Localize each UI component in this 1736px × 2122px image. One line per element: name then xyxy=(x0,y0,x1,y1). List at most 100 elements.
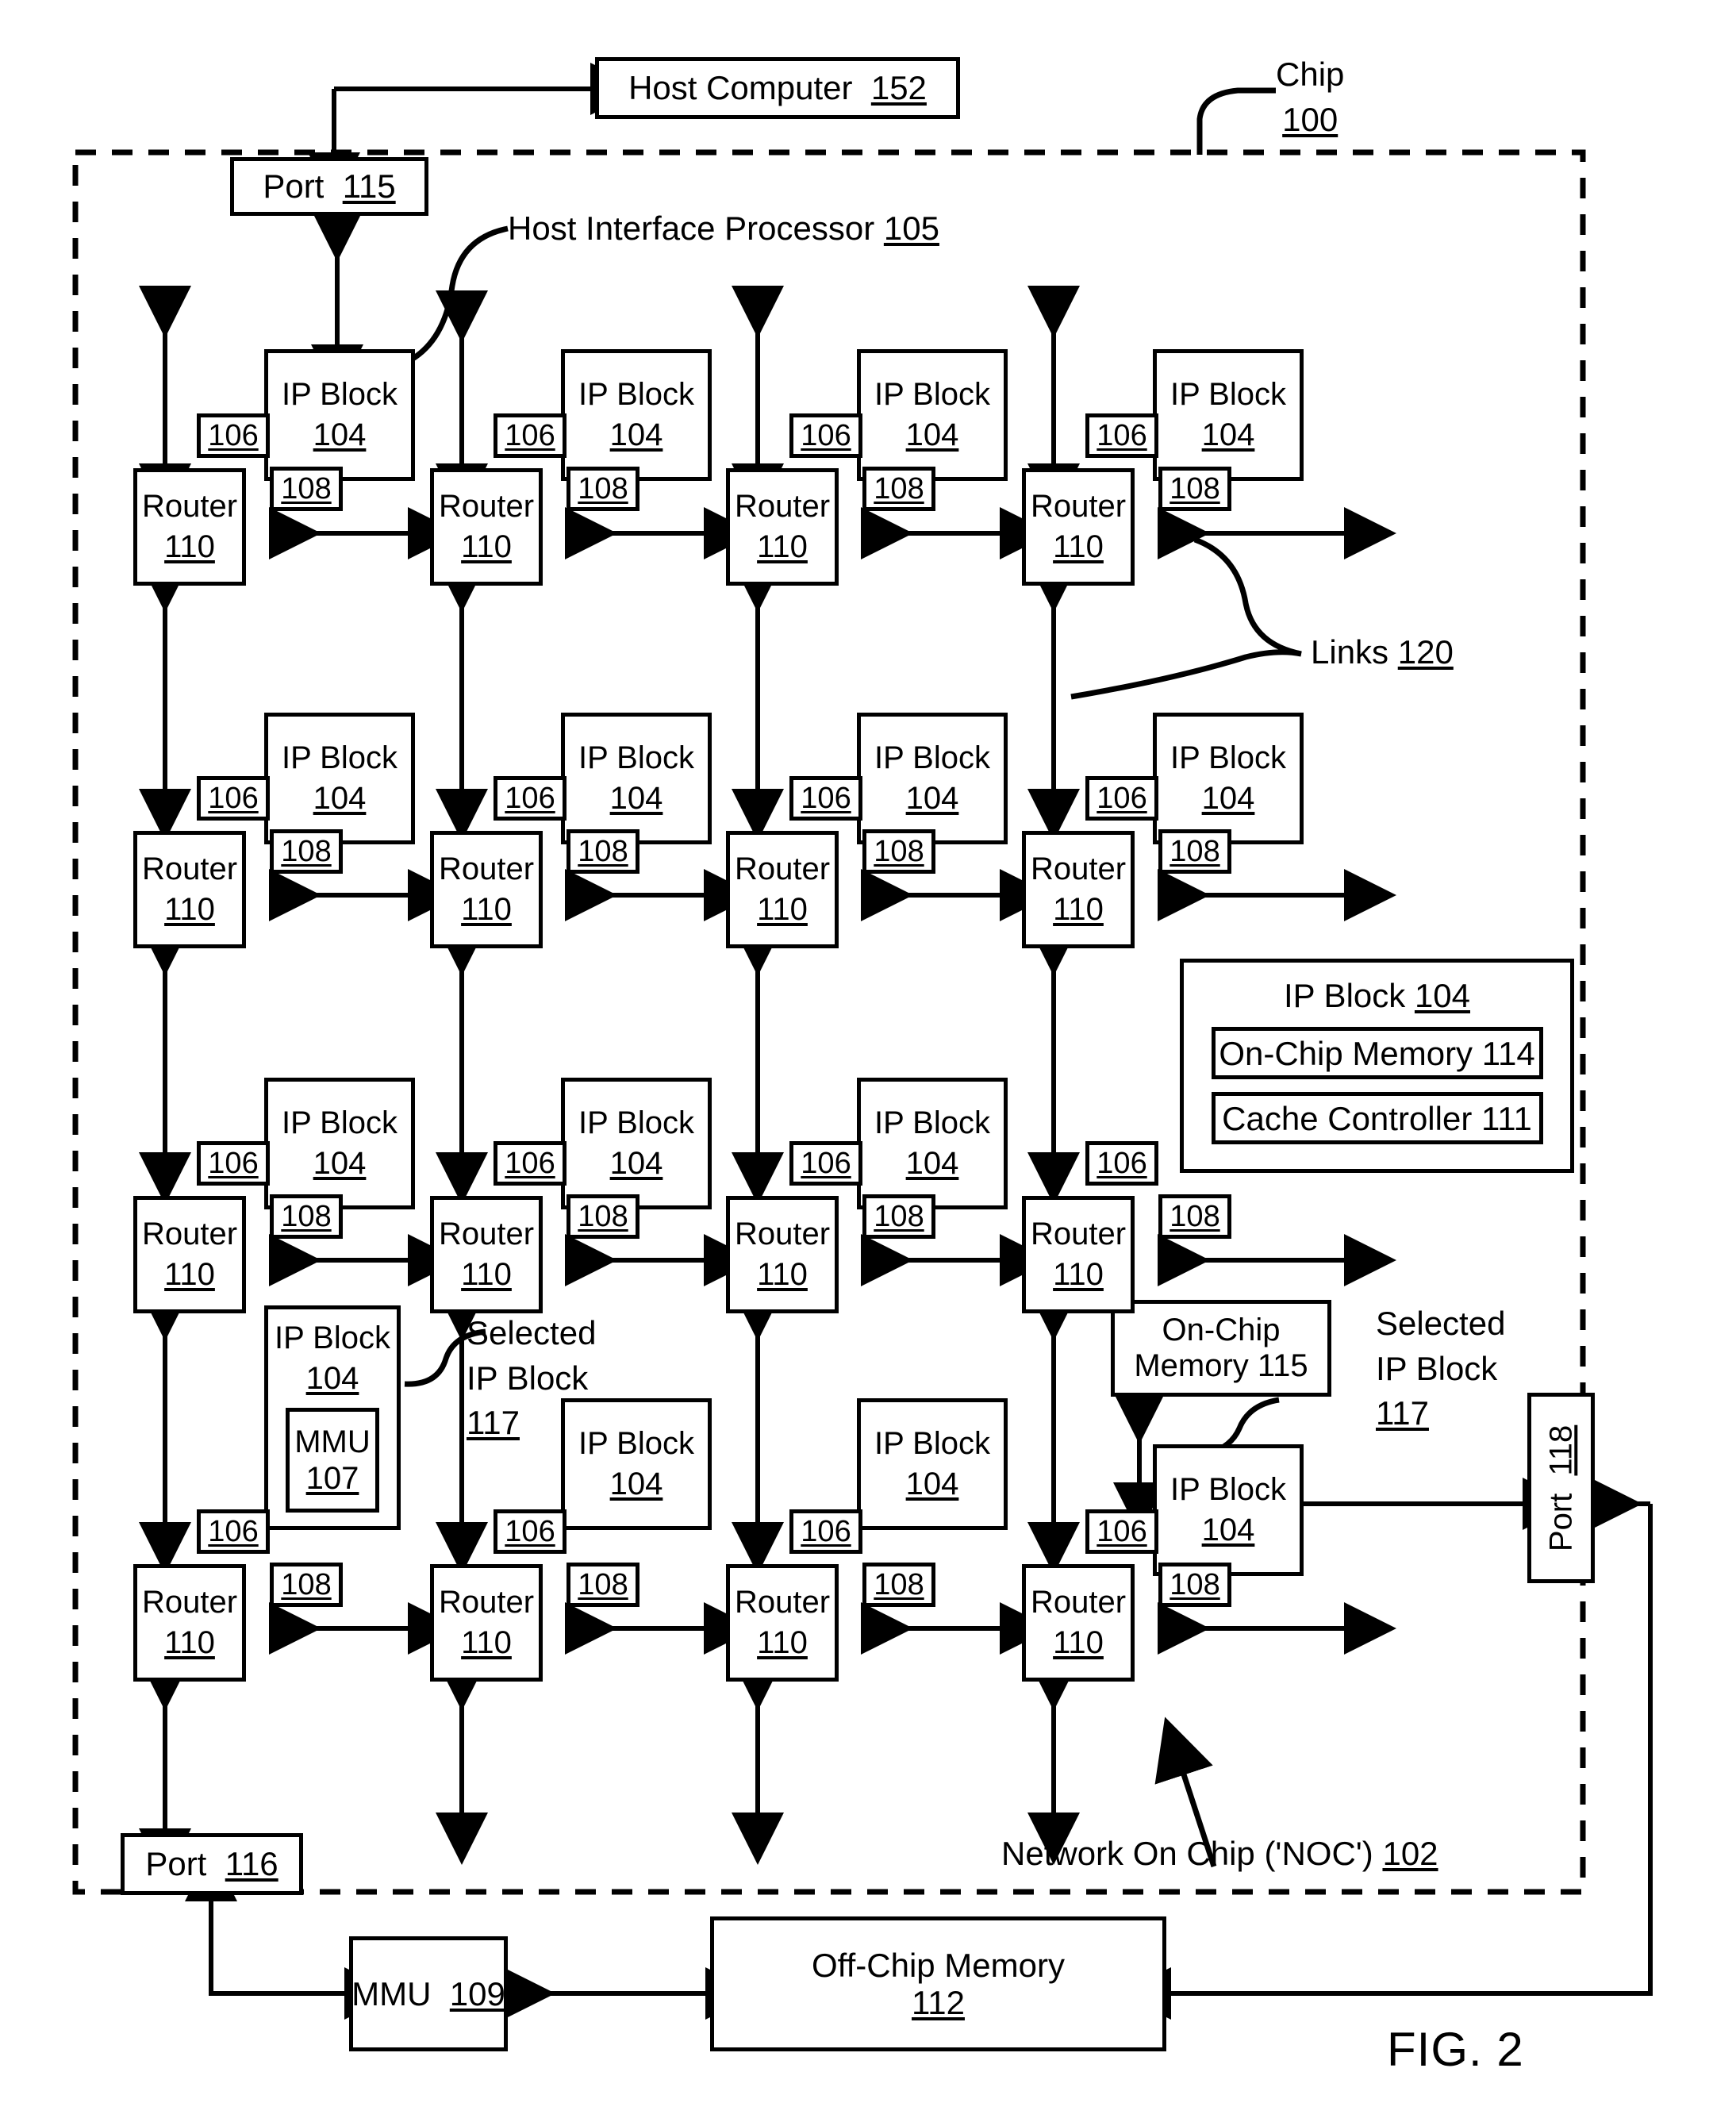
ip-block[interactable]: IP Block 104 xyxy=(561,1398,712,1530)
router[interactable]: Router 110 xyxy=(430,468,543,586)
ip-block[interactable]: IP Block 104 xyxy=(857,1078,1008,1209)
ip-block-ref: 104 xyxy=(905,781,959,816)
tag-108-label: 108 xyxy=(281,1199,332,1233)
cache-controller-111-label: Cache Controller 111 xyxy=(1222,1099,1532,1137)
ip-block[interactable]: IP Block 104 xyxy=(264,1078,415,1209)
router[interactable]: Router 110 xyxy=(726,831,839,948)
tag-106-label: 106 xyxy=(208,418,259,452)
mmu-107-box[interactable]: MMU 107 xyxy=(286,1407,379,1513)
ip-block-detail-panel[interactable]: IP Block 104 On-Chip Memory 114 Cache Co… xyxy=(1180,959,1574,1173)
tag-106: 106 xyxy=(789,413,862,458)
detail-ip-title: IP Block xyxy=(1283,977,1406,1014)
tag-108-label: 108 xyxy=(874,1199,924,1233)
router-title: Router xyxy=(1030,1585,1127,1620)
ip-block-with-mmu[interactable]: IP Block 104 MMU 107 xyxy=(264,1305,401,1530)
tag-106-label: 106 xyxy=(505,1514,555,1548)
figure-number: FIG. 2 xyxy=(1387,2023,1524,2076)
port-118-box[interactable]: Port 118 xyxy=(1527,1393,1595,1583)
hip-text: Host Interface Processor xyxy=(508,210,875,247)
tag-106-label: 106 xyxy=(1097,1514,1147,1548)
router-ref: 110 xyxy=(1053,1257,1104,1292)
ip-block[interactable]: IP Block 104 xyxy=(1153,349,1304,481)
router[interactable]: Router 110 xyxy=(133,468,246,586)
tag-108: 108 xyxy=(862,1563,935,1607)
ip-block-title: IP Block xyxy=(874,740,990,776)
router[interactable]: Router 110 xyxy=(1022,1564,1135,1682)
on-chip-memory-114-box[interactable]: On-Chip Memory 114 xyxy=(1211,1027,1543,1080)
tag-106-label: 106 xyxy=(1097,1146,1147,1180)
router[interactable]: Router 110 xyxy=(1022,468,1135,586)
ip-block[interactable]: IP Block 104 xyxy=(561,349,712,481)
chip-label-ref: 100 xyxy=(1282,100,1338,138)
router-title: Router xyxy=(438,489,535,525)
tag-106-label: 106 xyxy=(801,418,851,452)
tag-108-label: 108 xyxy=(874,1567,924,1601)
off-chip-memory-box[interactable]: Off-Chip Memory 112 xyxy=(710,1916,1166,2051)
router-title: Router xyxy=(734,1585,831,1620)
tag-108-label: 108 xyxy=(281,471,332,506)
port-116-box[interactable]: Port 116 xyxy=(121,1833,303,1895)
router-title: Router xyxy=(1030,489,1127,525)
on-chip-memory-115-box[interactable]: On-Chip Memory 115 xyxy=(1111,1300,1331,1397)
router[interactable]: Router 110 xyxy=(133,1564,246,1682)
router[interactable]: Router 110 xyxy=(430,831,543,948)
ip-block[interactable]: IP Block 104 xyxy=(561,1078,712,1209)
ip-block-ref: 104 xyxy=(313,417,367,452)
ip-block-ref: 104 xyxy=(905,1146,959,1181)
router[interactable]: Router 110 xyxy=(430,1196,543,1313)
ip-block[interactable]: IP Block 104 xyxy=(857,713,1008,844)
port-116-title: Port xyxy=(145,1845,207,1883)
tag-108-label: 108 xyxy=(1169,834,1220,868)
mmu-109-box[interactable]: MMU 109 xyxy=(349,1936,508,2051)
router[interactable]: Router 110 xyxy=(133,1196,246,1313)
tag-106: 106 xyxy=(197,1141,270,1186)
tag-106-label: 106 xyxy=(505,418,555,452)
ip-block[interactable]: IP Block 104 xyxy=(1153,713,1304,844)
port-115-box[interactable]: Port 115 xyxy=(230,157,428,216)
router[interactable]: Router 110 xyxy=(726,468,839,586)
router-ref: 110 xyxy=(164,892,215,927)
on-chip-memory-114-label: On-Chip Memory 114 xyxy=(1219,1034,1535,1072)
port-118-ref: 118 xyxy=(1543,1424,1579,1476)
ip-block[interactable]: IP Block 104 xyxy=(857,1398,1008,1530)
ip-block[interactable]: IP Block 104 xyxy=(264,349,415,481)
ip-block-ref: 104 xyxy=(609,781,663,816)
ip-block[interactable]: IP Block 104 xyxy=(857,349,1008,481)
router[interactable]: Router 110 xyxy=(726,1564,839,1682)
tag-106: 106 xyxy=(197,1509,270,1554)
port-116-ref: 116 xyxy=(225,1845,278,1883)
on-chip-memory-115-line2: Memory 115 xyxy=(1134,1348,1308,1384)
tag-106-label: 106 xyxy=(801,1146,851,1180)
router-title: Router xyxy=(141,1217,238,1252)
links-text: Links xyxy=(1311,633,1389,671)
selected-left-line2: IP Block xyxy=(467,1359,589,1397)
router-title: Router xyxy=(734,851,831,887)
router[interactable]: Router 110 xyxy=(1022,831,1135,948)
ip-block-title: IP Block xyxy=(578,740,694,776)
router-ref: 110 xyxy=(164,1625,215,1660)
router-ref: 110 xyxy=(461,529,512,564)
ip-block[interactable]: IP Block 104 xyxy=(264,713,415,844)
cache-controller-111-box[interactable]: Cache Controller 111 xyxy=(1211,1092,1543,1145)
chip-label: Chip 100 xyxy=(1276,52,1344,142)
tag-108: 108 xyxy=(567,829,639,874)
router[interactable]: Router 110 xyxy=(430,1564,543,1682)
router[interactable]: Router 110 xyxy=(1022,1196,1135,1313)
mmu-109-ref: 109 xyxy=(449,1974,505,2012)
port-118-text: Port 118 xyxy=(1543,1424,1579,1551)
host-computer-box[interactable]: Host Computer 152 xyxy=(595,57,960,119)
selected-ip-block-label-right: Selected IP Block 117 xyxy=(1376,1301,1505,1436)
ip-block[interactable]: IP Block 104 xyxy=(561,713,712,844)
router-title: Router xyxy=(438,1217,535,1252)
figure-canvas: Host Computer 152 Chip 100 Port 115 Host… xyxy=(0,0,1736,2122)
tag-108: 108 xyxy=(1158,1563,1231,1607)
ip-block-selected[interactable]: IP Block 104 xyxy=(1153,1444,1304,1576)
router-title: Router xyxy=(141,851,238,887)
tag-106: 106 xyxy=(1085,776,1158,821)
tag-106: 106 xyxy=(1085,1141,1158,1186)
noc-text: Network On Chip ('NOC') xyxy=(1001,1835,1383,1872)
router[interactable]: Router 110 xyxy=(133,831,246,948)
router[interactable]: Router 110 xyxy=(726,1196,839,1313)
ip-block-title: IP Block xyxy=(874,1426,990,1462)
router-ref: 110 xyxy=(757,892,808,927)
